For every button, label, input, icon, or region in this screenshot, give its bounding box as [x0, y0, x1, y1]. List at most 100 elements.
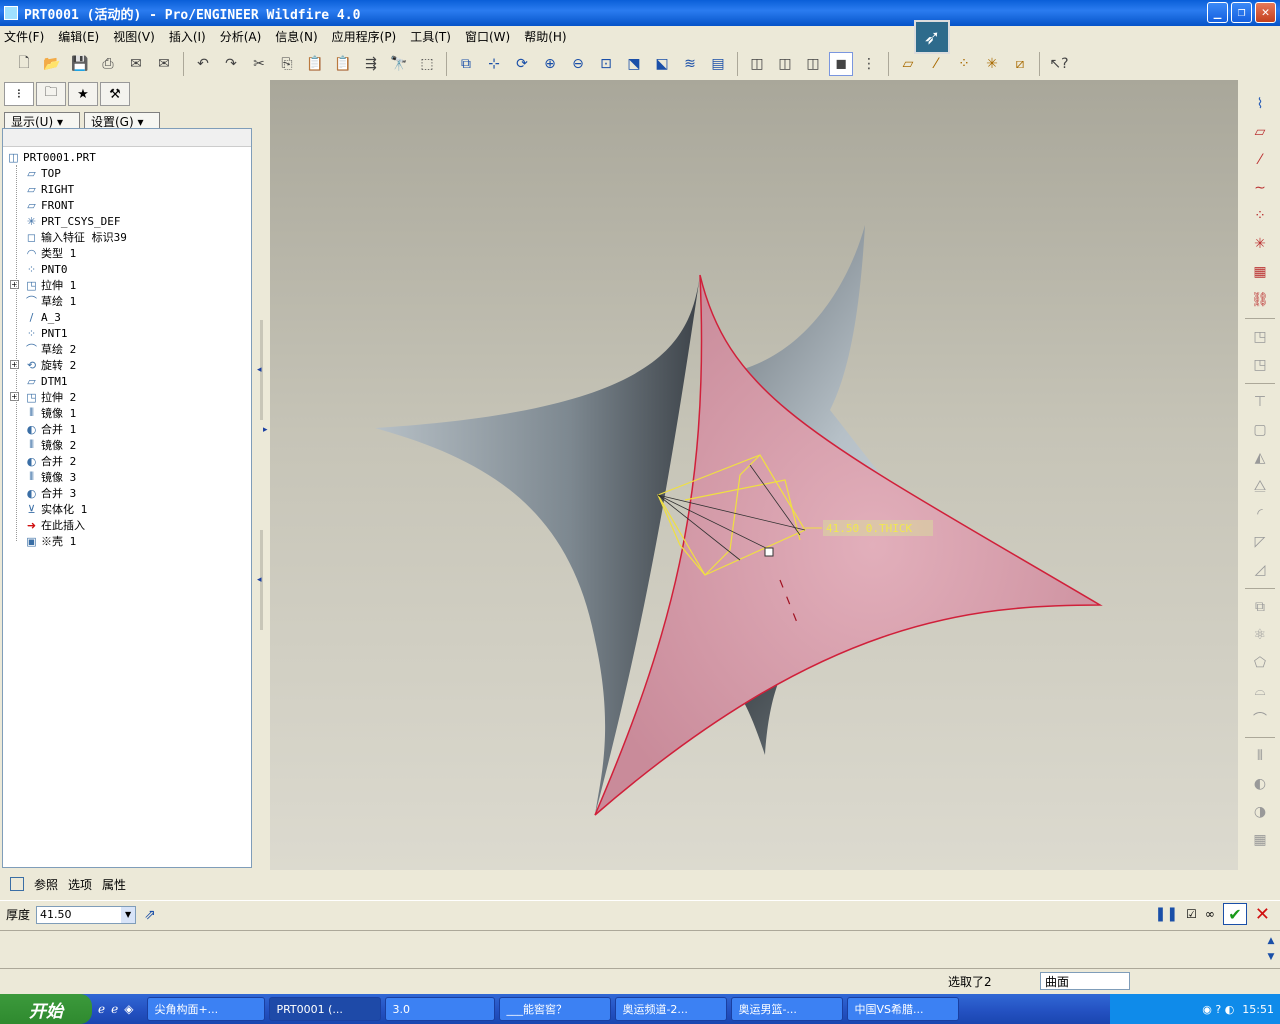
chain-tool-icon[interactable]: ⛓	[1248, 286, 1272, 314]
tree-node[interactable]: ◳ 拉伸 2	[25, 389, 76, 405]
tree-node[interactable]: ✳ PRT_CSYS_DEF	[25, 213, 121, 229]
menu-help[interactable]: 帮助(H)	[524, 28, 566, 45]
tab-properties[interactable]: 属性	[102, 876, 126, 893]
refit-icon[interactable]: ⊡	[594, 52, 618, 76]
mirror-tool-icon[interactable]: ⫴	[1248, 742, 1272, 770]
point-tool-icon[interactable]: ⁘	[1248, 202, 1272, 230]
style-tool-icon[interactable]: ⚛	[1248, 621, 1272, 649]
paste-special-icon[interactable]: 📋	[331, 52, 355, 76]
taskbar-item[interactable]: 3.0	[385, 997, 496, 1021]
graphics-window[interactable]: 41.50 0.THICK	[270, 80, 1238, 870]
datum-point-display-icon[interactable]: ⁘	[952, 52, 976, 76]
wireframe-icon[interactable]: ◫	[745, 52, 769, 76]
curve-tool-icon[interactable]: ∼	[1248, 174, 1272, 202]
thickness-value[interactable]: 41.50	[40, 908, 72, 921]
taskbar-item[interactable]: 奥运频道-2...	[615, 997, 728, 1021]
taskbar-item[interactable]: 尖角构面+...	[147, 997, 266, 1021]
tree-expand-icon[interactable]: +	[10, 280, 19, 289]
extrude-tool-icon[interactable]: ◳	[1248, 323, 1272, 351]
regenerate-icon[interactable]: ⇶	[359, 52, 383, 76]
accept-checkmark-icon[interactable]: ✔	[1222, 903, 1247, 925]
spin-center-icon[interactable]: ⊹	[482, 52, 506, 76]
pause-icon[interactable]: ❚❚	[1155, 906, 1178, 922]
menu-info[interactable]: 信息(N)	[275, 28, 317, 45]
zoom-in-icon[interactable]: ⊕	[538, 52, 562, 76]
chevron-down-icon[interactable]: ▼	[121, 906, 136, 923]
message-scroll-icon[interactable]: ▲ ▼	[1264, 933, 1278, 965]
repaint-icon[interactable]: ⧉	[454, 52, 478, 76]
new-file-icon[interactable]: 🗋	[12, 52, 36, 76]
selection-filter-dropdown[interactable]: 曲面	[1040, 972, 1130, 990]
tree-node[interactable]: ◐ 合并 2	[25, 453, 77, 469]
tree-node[interactable]: ◐ 合并 3	[25, 485, 77, 501]
sweep-tool-icon[interactable]: ⌓	[1248, 677, 1272, 705]
round-tool-icon[interactable]: ◜	[1248, 500, 1272, 528]
tree-expand-icon[interactable]: +	[10, 360, 19, 369]
hole-tool-icon[interactable]: ⊤	[1248, 388, 1272, 416]
orient-mode-icon[interactable]: ⟳	[510, 52, 534, 76]
reorient-icon[interactable]: ⬔	[622, 52, 646, 76]
tree-node[interactable]: ▱ DTM1	[25, 373, 67, 389]
edge-tool-icon[interactable]: ◿	[1248, 556, 1272, 584]
csys-tool-icon[interactable]: ✳	[1248, 230, 1272, 258]
csys-display-icon[interactable]: ✳	[980, 52, 1004, 76]
menu-insert[interactable]: 插入(I)	[169, 28, 206, 45]
selection-box-icon[interactable]: ⬚	[415, 52, 439, 76]
tree-node[interactable]: ⌒ 草绘 1	[25, 293, 76, 309]
shell-tool-icon[interactable]: ▢	[1248, 416, 1272, 444]
thickness-input[interactable]: 41.50 ▼	[36, 905, 137, 924]
cut-icon[interactable]: ✂	[247, 52, 271, 76]
email-icon[interactable]: ✉	[124, 52, 148, 76]
open-file-icon[interactable]: 📂	[40, 52, 64, 76]
start-button[interactable]: 开始	[0, 994, 92, 1024]
email-attach-icon[interactable]: ✉	[152, 52, 176, 76]
tree-node[interactable]: ◻ 输入特征 标识39	[25, 229, 127, 245]
find-icon[interactable]: 🔭	[387, 52, 411, 76]
redo-icon[interactable]: ↷	[219, 52, 243, 76]
rib-tool-icon[interactable]: ◭	[1248, 444, 1272, 472]
boundary-blend-icon[interactable]: ⧉	[1248, 593, 1272, 621]
tree-node[interactable]: ⫴ 镜像 2	[25, 437, 76, 453]
sketch-tool-icon[interactable]: ⌇	[1248, 90, 1272, 118]
drag-handle[interactable]	[764, 547, 774, 557]
tree-node[interactable]: ⁘ PNT0	[25, 261, 68, 277]
view-manager-icon[interactable]: ▤	[706, 52, 730, 76]
zoom-out-icon[interactable]: ⊖	[566, 52, 590, 76]
pattern-tool-icon[interactable]: ▦	[1248, 826, 1272, 854]
offset-tool-icon[interactable]: ⌒	[1248, 705, 1272, 733]
menu-window[interactable]: 窗口(W)	[465, 28, 510, 45]
tree-node[interactable]: ➜ 在此插入	[25, 517, 85, 533]
glasses-icon[interactable]: ∞	[1205, 907, 1215, 921]
warp-tool-icon[interactable]: ⬠	[1248, 649, 1272, 677]
tray-icons[interactable]: ◉ ? ◐	[1202, 1003, 1234, 1016]
quicklaunch-ie-icon[interactable]: ℯ	[111, 1002, 118, 1016]
tree-node[interactable]: ▱ FRONT	[25, 197, 74, 213]
quicklaunch-ie-icon[interactable]: ℯ	[98, 1002, 105, 1016]
trim-tool-icon[interactable]: ◑	[1248, 798, 1272, 826]
minimize-button[interactable]: _	[1207, 2, 1228, 23]
flip-direction-icon[interactable]: ⇗	[144, 907, 156, 923]
taskbar-item[interactable]: 中国VS希腊...	[847, 997, 960, 1021]
menu-analysis[interactable]: 分析(A)	[220, 28, 262, 45]
saved-views-icon[interactable]: ⬕	[650, 52, 674, 76]
menu-file[interactable]: 文件(F)	[4, 28, 44, 45]
tree-node[interactable]: ▱ TOP	[25, 165, 61, 181]
menu-tools[interactable]: 工具(T)	[410, 28, 451, 45]
tree-expand-icon[interactable]: +	[10, 392, 19, 401]
plane-tool-icon[interactable]: ▱	[1248, 118, 1272, 146]
favorites-tab-icon[interactable]: ★	[68, 82, 98, 106]
tree-node[interactable]: ⊻ 实体化 1	[25, 501, 87, 517]
taskbar-item[interactable]: ___能窖窖？	[499, 997, 612, 1021]
tree-node[interactable]: ⫴ 镜像 3	[25, 469, 76, 485]
maximize-button[interactable]: ❐	[1231, 2, 1252, 23]
quicklaunch-app-icon[interactable]: ◈	[124, 1002, 133, 1016]
tree-node[interactable]: ⌒ 草绘 2	[25, 341, 76, 357]
taskbar-item[interactable]: PRT0001 (...	[269, 997, 382, 1021]
shading-icon[interactable]: ◼	[829, 52, 853, 76]
filter-value[interactable]: 曲面	[1045, 973, 1069, 990]
copy-icon[interactable]: ⎘	[275, 52, 299, 76]
menu-applications[interactable]: 应用程序(P)	[332, 28, 397, 45]
tree-node[interactable]: ⟲ 旋转 2	[25, 357, 76, 373]
annotation-display-icon[interactable]: ⧄	[1008, 52, 1032, 76]
tree-node[interactable]: ◳ 拉伸 1	[25, 277, 76, 293]
